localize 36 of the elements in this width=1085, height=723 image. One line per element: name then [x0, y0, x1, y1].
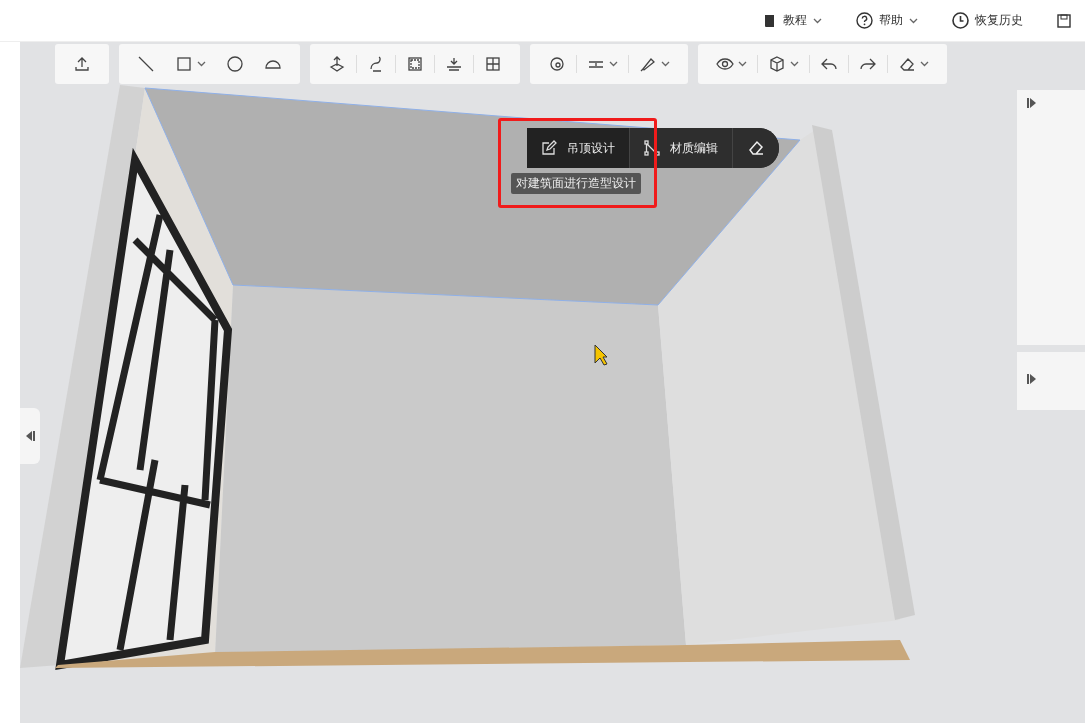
context-menu-item[interactable]: 吊顶设计 [527, 128, 630, 168]
caret-icon [920, 61, 929, 67]
square-icon [175, 55, 193, 73]
save-icon[interactable] [1057, 13, 1071, 28]
level-icon [445, 55, 463, 73]
help-icon [856, 12, 873, 29]
collapse-icon [25, 431, 35, 441]
eraser-icon [747, 139, 765, 157]
caret-icon [197, 61, 206, 67]
cursor-icon [594, 344, 608, 366]
frame-icon [406, 55, 424, 73]
edit-icon [541, 140, 557, 156]
tooltip: 对建筑面进行造型设计 [511, 173, 641, 194]
extrude-icon [328, 55, 346, 73]
caret-icon [609, 61, 618, 67]
nodes-icon [644, 140, 660, 156]
line-icon [137, 55, 155, 73]
expand-icon [1027, 374, 1037, 384]
expand-icon [1027, 98, 1037, 108]
caret-icon [661, 61, 670, 67]
eye-icon [716, 55, 734, 73]
spiral-icon [548, 55, 566, 73]
menu-button[interactable]: 恢复历史 [952, 12, 1023, 29]
menu-button[interactable]: 教程 [763, 12, 822, 29]
circle-icon [226, 55, 244, 73]
menu-button[interactable]: 帮助 [856, 12, 918, 29]
upload-icon [73, 55, 91, 73]
cube-icon [768, 55, 786, 73]
clock-icon [952, 12, 969, 29]
caret-icon [909, 17, 918, 24]
book-icon [763, 13, 777, 28]
caret-icon [790, 61, 799, 67]
caret-icon [813, 17, 822, 24]
collapse-button[interactable] [20, 408, 40, 464]
grid-icon [484, 55, 502, 73]
caret-icon [738, 61, 747, 67]
